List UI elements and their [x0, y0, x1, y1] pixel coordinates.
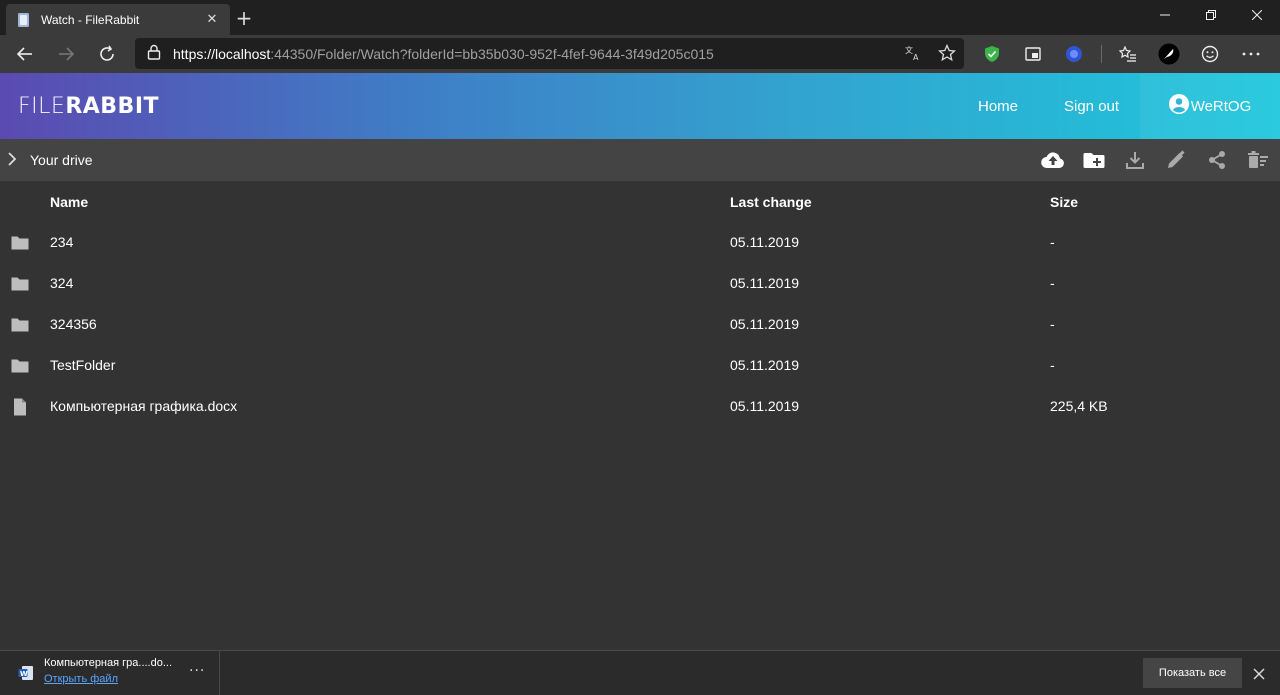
row-last-change: 05.11.2019 [730, 398, 800, 414]
chevron-right-icon [5, 151, 19, 171]
shield-extension-icon[interactable] [978, 40, 1006, 68]
browser-tab[interactable]: Watch - FileRabbit ✕ [6, 4, 230, 35]
refresh-icon[interactable] [93, 40, 121, 68]
upload-cloud-icon[interactable] [1039, 148, 1067, 172]
logo-light-text: FILE [18, 94, 66, 119]
close-window-icon[interactable] [1234, 0, 1280, 30]
page-favicon-icon [16, 12, 32, 28]
logo-bold-text: RABBIT [65, 94, 160, 119]
address-bar[interactable]: https://localhost:44350/Folder/Watch?fol… [135, 38, 964, 69]
feedback-smiley-icon[interactable] [1196, 40, 1224, 68]
row-name[interactable]: 234 [50, 234, 73, 250]
browser-toolbar: https://localhost:44350/Folder/Watch?fol… [0, 35, 1280, 73]
window-controls [1142, 0, 1280, 30]
row-size: - [1050, 357, 1055, 373]
download-file-name: Компьютерная гра....do... [44, 657, 173, 669]
filerabbit-logo[interactable]: FILERABBIT [18, 94, 159, 119]
svg-text:文: 文 [905, 45, 913, 55]
file-table: Name Last change Size 234 05.11.2019 - 3… [0, 181, 1280, 427]
svg-text:W: W [20, 670, 28, 678]
download-more-icon[interactable]: ··· [189, 663, 205, 679]
file-actions-toolbar [1039, 148, 1272, 172]
table-row[interactable]: 324356 05.11.2019 - [0, 304, 1280, 345]
row-size: - [1050, 275, 1055, 291]
new-folder-icon[interactable] [1080, 148, 1108, 172]
download-icon[interactable] [1121, 148, 1149, 172]
table-row[interactable]: 234 05.11.2019 - [0, 222, 1280, 263]
download-item[interactable]: W Компьютерная гра....do... Открыть файл… [0, 651, 220, 695]
home-link[interactable]: Home [978, 98, 1018, 115]
translate-icon[interactable]: 文A [904, 44, 922, 66]
row-last-change: 05.11.2019 [730, 316, 800, 332]
row-name[interactable]: 324 [50, 275, 73, 291]
url-text: https://localhost:44350/Folder/Watch?fol… [173, 46, 714, 62]
breadcrumb-bar: Your drive [0, 139, 1280, 181]
app-header: FILERABBIT Home Sign out WeRtOG [0, 73, 1280, 139]
close-download-bar-icon[interactable] [1253, 665, 1265, 684]
sign-out-link[interactable]: Sign out [1064, 98, 1119, 115]
column-name-header[interactable]: Name [50, 194, 88, 210]
toolbar-separator [1101, 45, 1102, 63]
row-last-change: 05.11.2019 [730, 357, 800, 373]
row-name[interactable]: TestFolder [50, 357, 115, 373]
restore-icon[interactable] [1188, 0, 1234, 30]
table-row[interactable]: 324 05.11.2019 - [0, 263, 1280, 304]
edit-pencil-icon[interactable] [1162, 148, 1190, 172]
picture-in-picture-icon[interactable] [1019, 40, 1047, 68]
breadcrumb-your-drive[interactable]: Your drive [30, 152, 93, 168]
url-host: https://localhost [173, 45, 271, 62]
tab-title: Watch - FileRabbit [41, 12, 140, 27]
table-row[interactable]: Компьютерная графика.docx 05.11.2019 225… [0, 386, 1280, 427]
folder-icon [10, 274, 30, 294]
row-size: 225,4 KB [1050, 398, 1108, 414]
feather-extension-icon[interactable] [1155, 40, 1183, 68]
table-header: Name Last change Size [0, 181, 1280, 222]
minimize-icon[interactable] [1142, 0, 1188, 30]
row-size: - [1050, 234, 1055, 250]
row-last-change: 05.11.2019 [730, 234, 800, 250]
settings-more-icon[interactable] [1237, 40, 1265, 68]
file-icon [10, 397, 30, 417]
word-document-icon: W [18, 665, 34, 685]
open-file-link[interactable]: Открыть файл [44, 673, 118, 685]
table-row[interactable]: TestFolder 05.11.2019 - [0, 345, 1280, 386]
svg-text:A: A [913, 53, 919, 62]
show-all-button[interactable]: Показать все [1143, 658, 1242, 688]
favorites-list-icon[interactable] [1114, 40, 1142, 68]
url-path: :44350/Folder/Watch?folderId=bb35b030-95… [270, 45, 714, 62]
back-icon[interactable] [11, 40, 39, 68]
folder-icon [10, 356, 30, 376]
column-last-change-header[interactable]: Last change [730, 194, 812, 210]
forward-icon[interactable] [52, 40, 80, 68]
new-tab-icon[interactable]: + [234, 8, 254, 28]
user-name: WeRtOG [1190, 97, 1252, 115]
share-icon[interactable] [1203, 148, 1231, 172]
vpn-extension-icon[interactable] [1060, 40, 1088, 68]
download-bar: W Компьютерная гра....do... Открыть файл… [0, 650, 1280, 695]
folder-icon [10, 233, 30, 253]
close-tab-icon[interactable]: ✕ [204, 12, 220, 28]
row-size: - [1050, 316, 1055, 332]
browser-tab-strip: Watch - FileRabbit ✕ + [0, 0, 1280, 35]
user-avatar-icon [1168, 94, 1189, 118]
folder-icon [10, 315, 30, 335]
row-name[interactable]: Компьютерная графика.docx [50, 398, 237, 414]
delete-sweep-icon[interactable] [1244, 148, 1272, 172]
row-name[interactable]: 324356 [50, 316, 97, 332]
user-menu[interactable]: WeRtOG [1140, 73, 1280, 139]
favorite-star-icon[interactable] [937, 43, 957, 66]
column-size-header[interactable]: Size [1050, 194, 1078, 210]
row-last-change: 05.11.2019 [730, 275, 800, 291]
lock-icon [147, 44, 161, 64]
